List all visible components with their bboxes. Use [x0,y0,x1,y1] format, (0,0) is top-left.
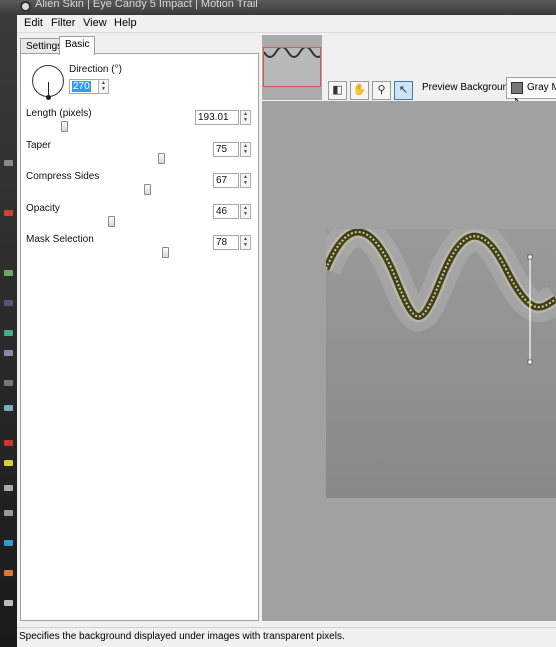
background-app-strip [0,0,17,647]
direction-input[interactable]: 270 [69,79,99,94]
compress-sides-spinner[interactable]: ▲ ▼ [240,173,251,188]
taper-label: Taper [26,140,52,151]
background-app-icon [4,330,13,336]
direction-label: Direction (°) [69,64,122,75]
compress-sides-label: Compress Sides [26,171,100,182]
background-app-icon [4,485,13,491]
mask-selection-input[interactable]: 78 [213,235,239,250]
background-app-icon [4,460,13,466]
app-icon [20,1,31,12]
length-spinner[interactable]: ▲ ▼ [240,110,251,125]
opacity-label: Opacity [26,203,60,214]
status-bar: Specifies the background displayed under… [17,627,556,647]
tab-basic[interactable]: Basic [59,36,96,55]
navigator-wave-graphic [264,48,320,86]
preview-image[interactable] [326,229,556,498]
mask-selection-slider-track[interactable] [31,252,205,253]
background-app-icon [4,160,13,166]
menu-filter[interactable]: Filter [50,17,76,29]
compress-sides-slider-track[interactable] [31,189,205,190]
menu-bar: Edit Filter View Help [17,15,556,33]
background-app-icon [4,270,13,276]
background-app-icon [4,380,13,386]
direction-spinner[interactable]: ▲ ▼ [98,79,109,94]
hand-pan-icon[interactable]: ✋ [350,81,369,100]
preview-background-label: Preview Background: [422,82,517,93]
zoom-magnifier-icon[interactable]: ⚲ [372,81,391,100]
background-app-icon [4,570,13,576]
taper-input[interactable]: 75 [213,142,239,157]
direction-dial[interactable] [32,65,64,100]
length-label: Length (pixels) [26,108,92,119]
gray-swatch-icon [511,82,523,94]
window-title: Alien Skin | Eye Candy 5 Impact | Motion… [35,0,258,10]
mask-selection-slider-thumb[interactable] [162,247,169,258]
taper-slider-track[interactable] [31,158,205,159]
preview-background-select[interactable]: Gray Ma [506,77,556,99]
background-app-icon [4,210,13,216]
menu-view[interactable]: View [82,17,108,29]
background-app-icon [4,350,13,356]
menu-edit[interactable]: Edit [23,17,44,29]
background-app-icon [4,405,13,411]
background-app-icon [4,540,13,546]
background-app-icon [4,440,13,446]
length-input[interactable]: 193.01 [195,110,239,125]
taper-slider-thumb[interactable] [158,153,165,164]
mask-selection-spinner[interactable]: ▲ ▼ [240,235,251,250]
direction-dial-handle[interactable] [46,95,51,100]
preview-compare-icon[interactable]: ◧ [328,81,347,100]
compress-sides-slider-thumb[interactable] [144,184,151,195]
background-app-icon [4,300,13,306]
mask-selection-label: Mask Selection [26,234,94,245]
compress-sides-input[interactable]: 67 [213,173,239,188]
taper-spinner[interactable]: ▲ ▼ [240,142,251,157]
menu-help[interactable]: Help [113,17,138,29]
motion-trail-wave-graphic [326,229,556,498]
opacity-spinner[interactable]: ▲ ▼ [240,204,251,219]
navigator-thumbnail[interactable] [263,47,321,87]
opacity-slider-thumb[interactable] [108,216,115,227]
length-slider-track[interactable] [31,126,187,127]
opacity-input[interactable]: 46 [213,204,239,219]
title-bar[interactable]: Alien Skin | Eye Candy 5 Impact | Motion… [0,0,556,15]
status-text: Specifies the background displayed under… [19,631,345,642]
preview-background-value: Gray Ma [527,82,556,93]
basic-settings-panel: Direction (°) 270 ▲ ▼ Length (pixels) 193… [20,53,259,621]
background-app-icon [4,600,13,606]
arrow-select-icon[interactable]: ↖ [394,81,413,100]
opacity-slider-track[interactable] [31,221,205,222]
background-app-icon [4,510,13,516]
length-slider-thumb[interactable] [61,121,68,132]
